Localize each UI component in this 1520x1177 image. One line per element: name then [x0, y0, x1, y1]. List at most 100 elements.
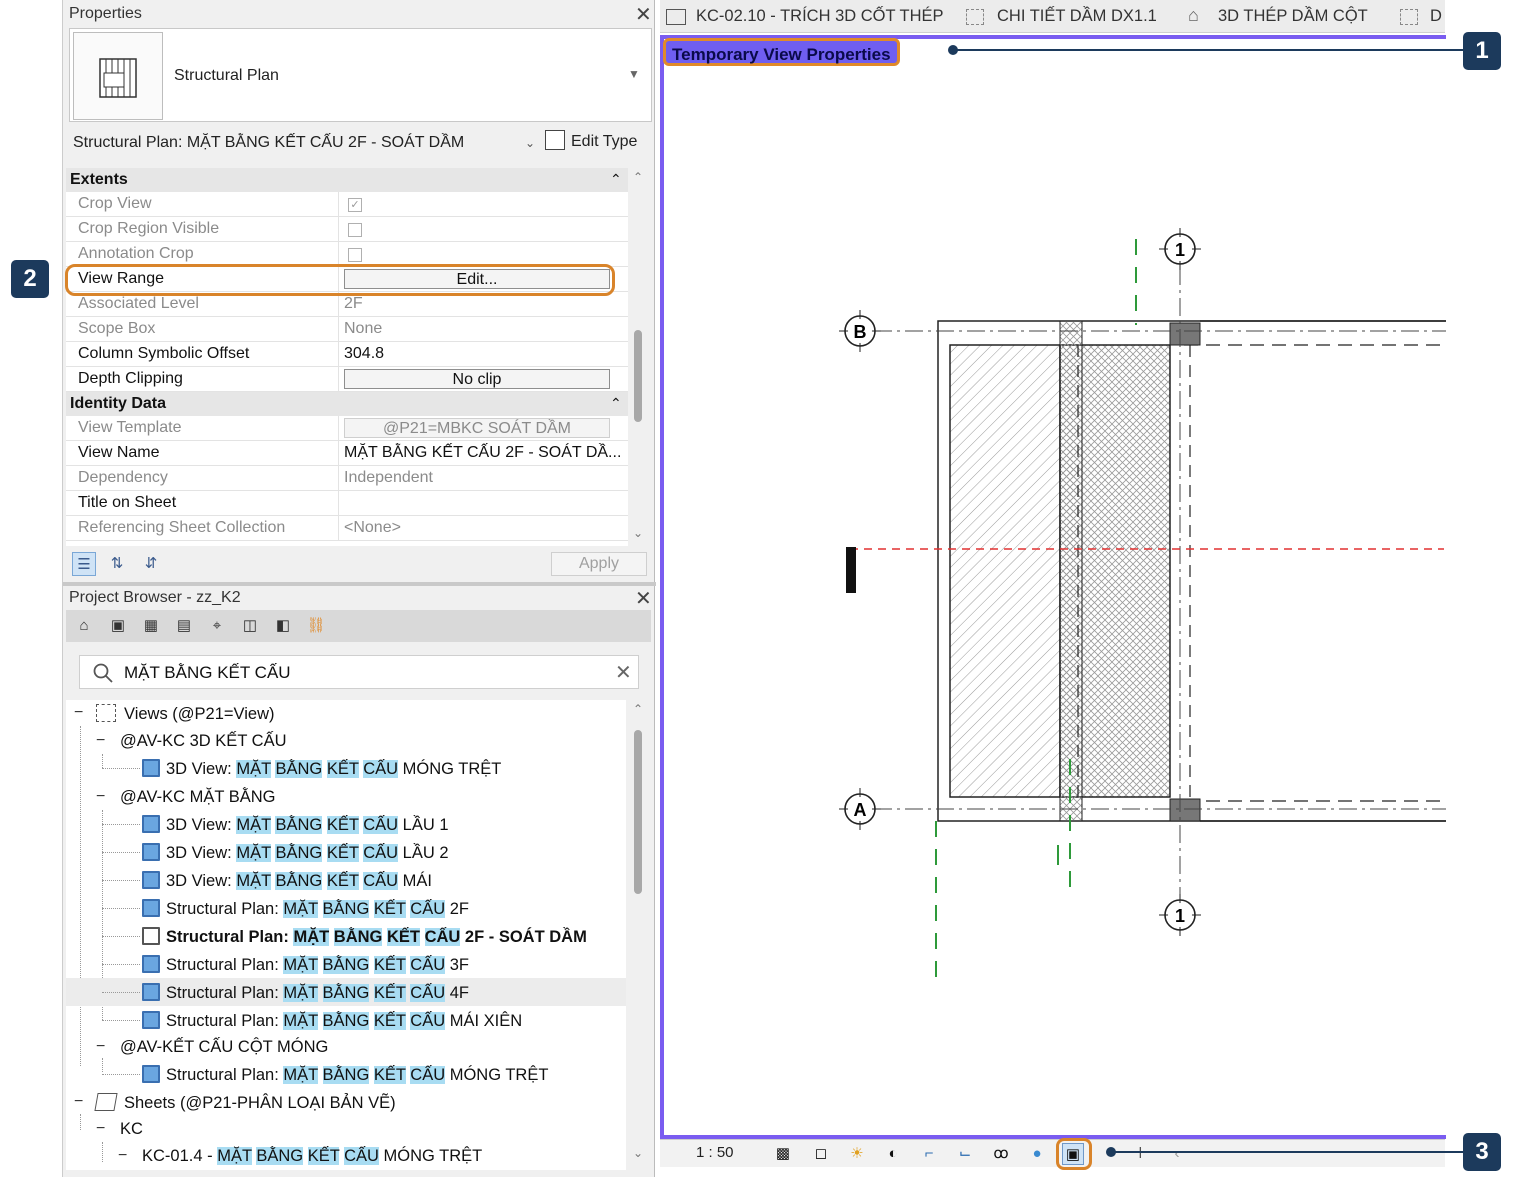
visual-style-icon[interactable]: ◻	[810, 1143, 832, 1165]
collapse-icon[interactable]: −	[74, 1093, 83, 1111]
constraints-icon[interactable]: ⊢	[1134, 1143, 1156, 1165]
temporary-hide-icon[interactable]: ꝏ	[990, 1143, 1012, 1165]
view-name-field[interactable]: MẶT BẰNG KẾT CẤU 2F - SOÁT DẦ...	[344, 444, 621, 462]
view-scale[interactable]: 1 : 50	[696, 1144, 734, 1161]
tree-item-3d-lau2[interactable]: 3D View: MẶT BẰNG KẾT CẤU LẦU 2	[142, 843, 449, 863]
close-icon[interactable]: ✕	[635, 5, 652, 25]
scroll-down-icon[interactable]: ⌄	[633, 526, 643, 540]
tree-item-3d-mong-tret[interactable]: 3D View: MẶT BẰNG KẾT CẤU MÓNG TRỆT	[142, 759, 501, 779]
collapse-icon[interactable]: −	[118, 1147, 127, 1165]
tree-sheets-root[interactable]: Sheets (@P21-PHÂN LOẠI BẢN VẼ)	[94, 1093, 396, 1113]
tab-kc-02-10[interactable]: KC-02.10 - TRÍCH 3D CỐT THÉP	[696, 7, 944, 26]
group-identity[interactable]: Identity Data ⌃	[66, 392, 628, 416]
collapse-icon[interactable]: ⌃	[610, 171, 622, 188]
grid-label-1-bottom: 1	[1175, 906, 1185, 926]
hl: KẾT	[373, 1066, 406, 1084]
sort-ascending-icon[interactable]: ⇅	[105, 552, 129, 576]
browser-search-input[interactable]: MẶT BẰNG KẾT CẤU ✕	[79, 655, 639, 689]
crop-region-icon[interactable]: ⌙	[954, 1143, 976, 1165]
browser-title: Project Browser - zz_K2	[69, 589, 241, 606]
tree-group-kc[interactable]: KC	[120, 1120, 143, 1139]
browser-scrollbar[interactable]: ⌃ ⌄	[629, 700, 647, 1166]
hl: KẾT	[307, 1147, 340, 1165]
node-prefix: 3D View:	[166, 816, 232, 834]
collapse-icon[interactable]: −	[96, 732, 105, 750]
depth-clipping-button[interactable]: No clip	[344, 369, 610, 389]
plan-view-icon	[142, 983, 160, 1001]
scroll-down-icon[interactable]: ⌄	[633, 1146, 643, 1160]
tag-icon[interactable]: ⌖	[205, 614, 229, 638]
apply-button[interactable]: Apply	[551, 552, 647, 576]
group-extents[interactable]: Extents ⌃	[66, 168, 628, 192]
tree-item-sheet-kc014[interactable]: KC-01.4 - MẶT BẰNG KẾT CẤU MÓNG TRỆT	[142, 1147, 482, 1166]
tree-group-3d[interactable]: @AV-KC 3D KẾT CẤU	[120, 732, 287, 751]
tree-item-3d-lau1[interactable]: 3D View: MẶT BẰNG KẾT CẤU LẦU 1	[142, 815, 449, 835]
home-icon[interactable]: ⌂	[72, 614, 96, 638]
collapse-icon[interactable]: ⌃	[610, 395, 622, 412]
scroll-up-icon[interactable]: ⌃	[633, 702, 643, 716]
hl: KẾT	[326, 760, 359, 778]
hl: KẾT	[373, 1012, 406, 1030]
drawing-canvas[interactable]: B A 1 1	[660, 35, 1446, 1139]
tree-group-cot[interactable]: @AV-KẾT CẤU CỘT MÓNG	[120, 1038, 328, 1057]
collapse-icon[interactable]: −	[96, 1120, 105, 1138]
row-label: Title on Sheet	[78, 494, 177, 511]
collapse-icon[interactable]: −	[96, 1038, 105, 1056]
collapse-icon[interactable]: −	[96, 788, 105, 806]
node-label: KC	[120, 1120, 143, 1138]
detail-level-icon[interactable]: ▩	[772, 1143, 794, 1165]
scroll-thumb[interactable]	[634, 730, 642, 894]
hl: MẶT	[236, 760, 271, 778]
view-icon[interactable]: ▣	[106, 614, 130, 638]
row-referencing-sheet: Referencing Sheet Collection <None>	[66, 516, 628, 541]
tree-item-sp-2f-soat-dam[interactable]: Structural Plan: MẶT BẰNG KẾT CẤU 2F - S…	[142, 927, 587, 947]
chevron-down-icon[interactable]: ⌄	[525, 136, 535, 150]
row-title-on-sheet: Title on Sheet	[66, 491, 628, 516]
instance-selector[interactable]: Structural Plan: MẶT BẰNG KẾT CẤU 2F - S…	[69, 128, 652, 160]
section-marker[interactable]	[846, 547, 856, 593]
sun-path-icon[interactable]: ☀	[846, 1143, 868, 1165]
family-icon[interactable]: ◧	[271, 614, 295, 638]
panel-divider[interactable]	[63, 582, 656, 586]
row-crop-region: Crop Region Visible	[66, 217, 628, 242]
shadows-icon[interactable]: ◐	[882, 1143, 904, 1165]
tab-d[interactable]: D	[1430, 7, 1442, 26]
clear-search-icon[interactable]: ✕	[615, 660, 632, 685]
hl: BẰNG	[275, 844, 323, 862]
tree-item-sp-3f[interactable]: Structural Plan: MẶT BẰNG KẾT CẤU 3F	[142, 955, 469, 975]
browser-toolbar: ⌂ ▣ ▦ ▤ ⌖ ◫ ◧ ⛓	[66, 610, 651, 642]
tab-chi-tiet-dam[interactable]: CHI TIẾT DẦM DX1.1	[997, 7, 1157, 26]
schedule-icon[interactable]: ▦	[139, 614, 163, 638]
scroll-thumb[interactable]	[634, 330, 642, 422]
node-suffix: LẦU 2	[402, 844, 449, 862]
tree-group-mb[interactable]: @AV-KC MẶT BẰNG	[120, 788, 276, 807]
scroll-up-icon[interactable]: ⌃	[633, 170, 643, 184]
categorize-icon[interactable]: ☰	[72, 552, 96, 576]
chevron-down-icon[interactable]: ▼	[628, 67, 640, 81]
tree-item-3d-mai[interactable]: 3D View: MẶT BẰNG KẾT CẤU MÁI	[142, 871, 432, 891]
sort-descending-icon[interactable]: ⇵	[139, 552, 163, 576]
hl: CẤU	[410, 1012, 446, 1030]
tree-item-sp-mong-tret[interactable]: Structural Plan: MẶT BẰNG KẾT CẤU MÓNG T…	[142, 1065, 548, 1085]
scroll-left-icon[interactable]: ‹	[1166, 1143, 1188, 1165]
tree-item-sp-4f[interactable]: Structural Plan: MẶT BẰNG KẾT CẤU 4F	[142, 983, 469, 1003]
close-icon[interactable]: ✕	[635, 589, 652, 609]
table-icon[interactable]: ▤	[172, 614, 196, 638]
edit-type-button[interactable]: Edit Type	[545, 130, 637, 158]
crop-view-icon[interactable]: ⌐	[918, 1143, 940, 1165]
reveal-hidden-icon[interactable]: ●	[1026, 1143, 1048, 1165]
node-suffix: 3F	[449, 956, 469, 974]
hl: MẶT	[283, 1066, 318, 1084]
grid-head-a: A	[839, 788, 881, 830]
tree-item-sp-2f[interactable]: Structural Plan: MẶT BẰNG KẾT CẤU 2F	[142, 899, 469, 919]
tree-views-root[interactable]: Views (@P21=View)	[96, 704, 275, 724]
type-selector-box[interactable]: Structural Plan ▼	[69, 28, 652, 122]
tab-3d-thep[interactable]: 3D THÉP DẦM CỘT	[1218, 7, 1368, 26]
collapse-icon[interactable]: −	[74, 704, 83, 722]
column-offset-field[interactable]: 304.8	[344, 345, 384, 363]
row-column-offset: Column Symbolic Offset 304.8	[66, 342, 628, 367]
tree-item-sp-mai-xien[interactable]: Structural Plan: MẶT BẰNG KẾT CẤU MÁI XI…	[142, 1011, 522, 1031]
link-icon[interactable]: ⛓	[304, 614, 328, 638]
sheet-icon[interactable]: ◫	[238, 614, 262, 638]
properties-scrollbar[interactable]: ⌃ ⌄	[629, 168, 647, 546]
